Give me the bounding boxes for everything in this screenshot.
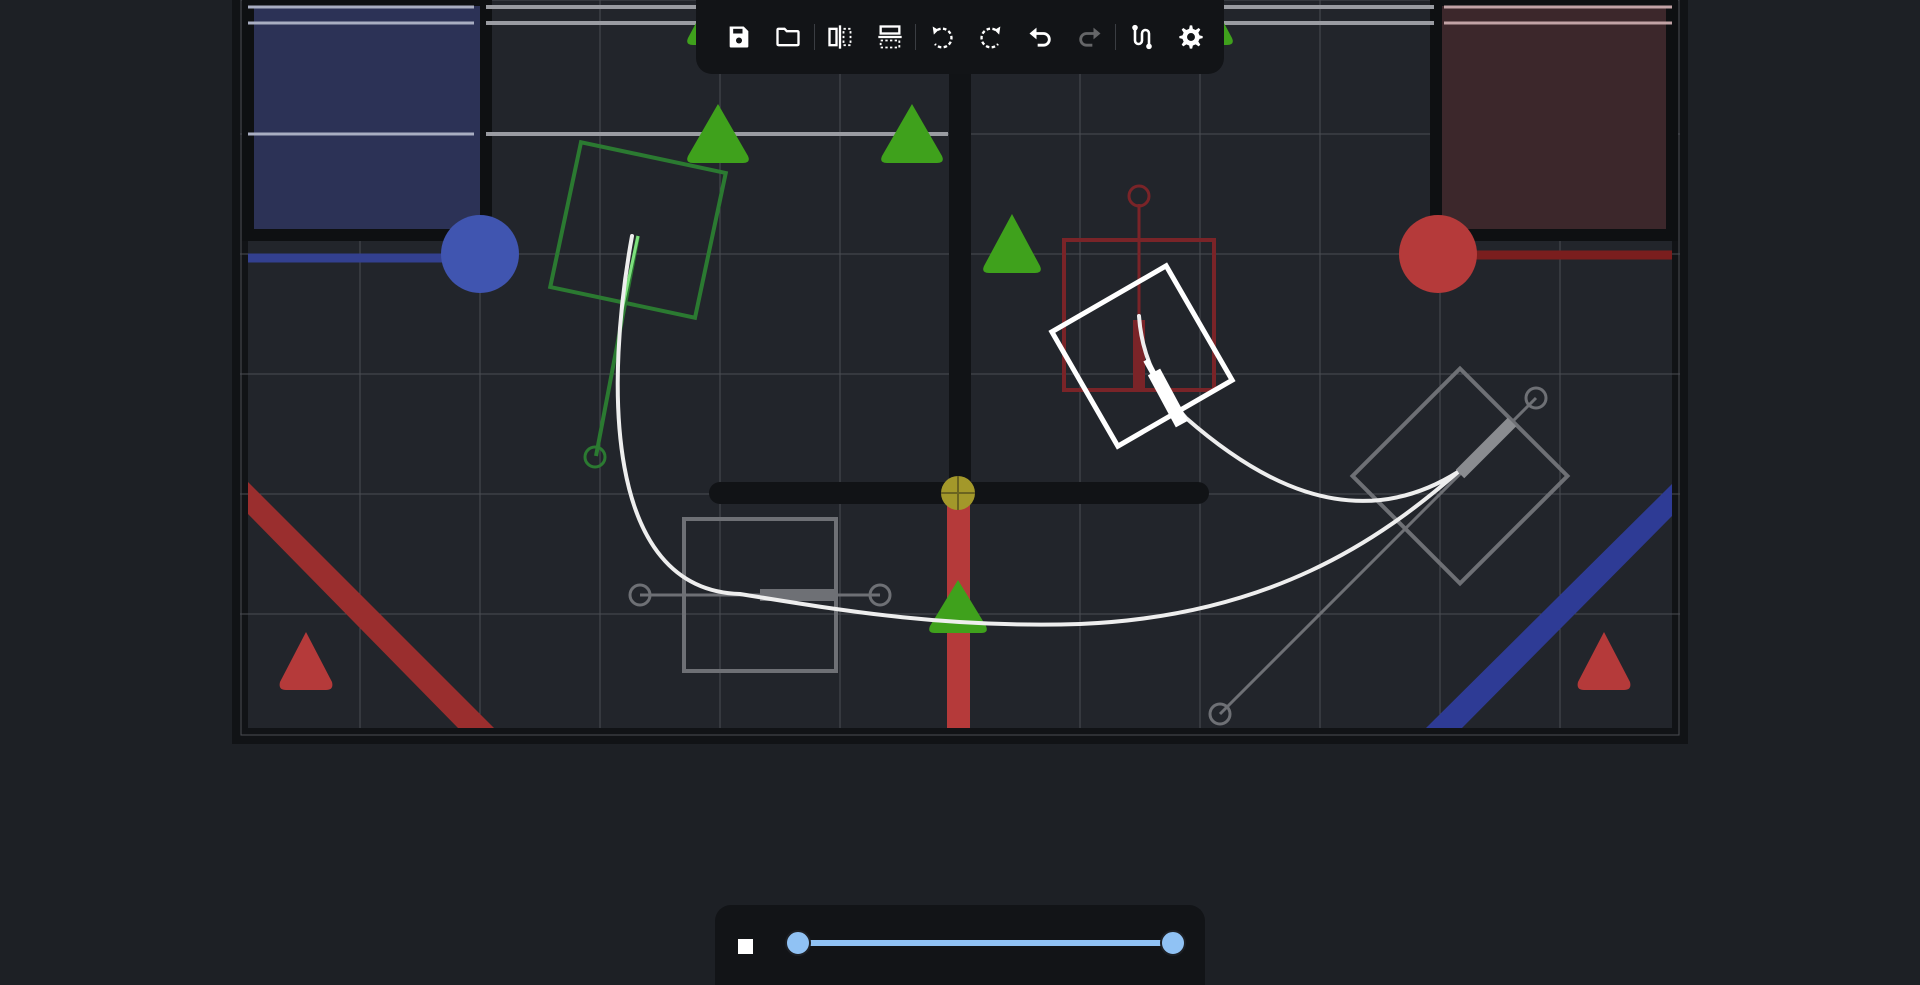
redo-icon [1078, 27, 1101, 47]
field-canvas[interactable] [0, 0, 1920, 978]
rotate-right-icon [980, 26, 1001, 49]
red-scoring-circle [1399, 215, 1477, 293]
undo-button[interactable] [1016, 12, 1065, 62]
rotate-right-button[interactable] [966, 12, 1015, 62]
redo-button[interactable] [1065, 12, 1114, 62]
playback-range-start-handle[interactable] [785, 930, 811, 956]
toolbar-separator [1115, 24, 1117, 50]
stop-button[interactable] [730, 931, 760, 961]
playback-range-track[interactable] [798, 940, 1173, 946]
open-button[interactable] [763, 12, 812, 62]
center-divider [949, 0, 971, 495]
stop-icon [737, 938, 753, 954]
editor-toolbar [696, 0, 1224, 74]
rotate-left-icon [932, 26, 953, 49]
toolbar-separator [915, 24, 917, 50]
blue-scoring-circle [441, 215, 519, 293]
mirror-horizontal-icon [828, 25, 852, 49]
playback-range-end-handle[interactable] [1160, 930, 1186, 956]
save-icon [729, 26, 748, 48]
path-route-icon [1132, 24, 1152, 50]
toolbar-separator [813, 24, 815, 50]
folder-open-icon [776, 27, 800, 47]
rotate-left-button[interactable] [917, 12, 966, 62]
save-button[interactable] [714, 12, 763, 62]
settings-button[interactable] [1167, 12, 1216, 62]
red-goal [1430, 0, 1678, 260]
undo-icon [1029, 27, 1052, 47]
blue-goal [242, 0, 492, 263]
settings-gear-icon [1179, 25, 1203, 49]
mirror-vertical-button[interactable] [865, 12, 914, 62]
mirror-vertical-icon [877, 25, 902, 49]
path-route-button[interactable] [1117, 12, 1166, 62]
mirror-horizontal-button[interactable] [816, 12, 865, 62]
